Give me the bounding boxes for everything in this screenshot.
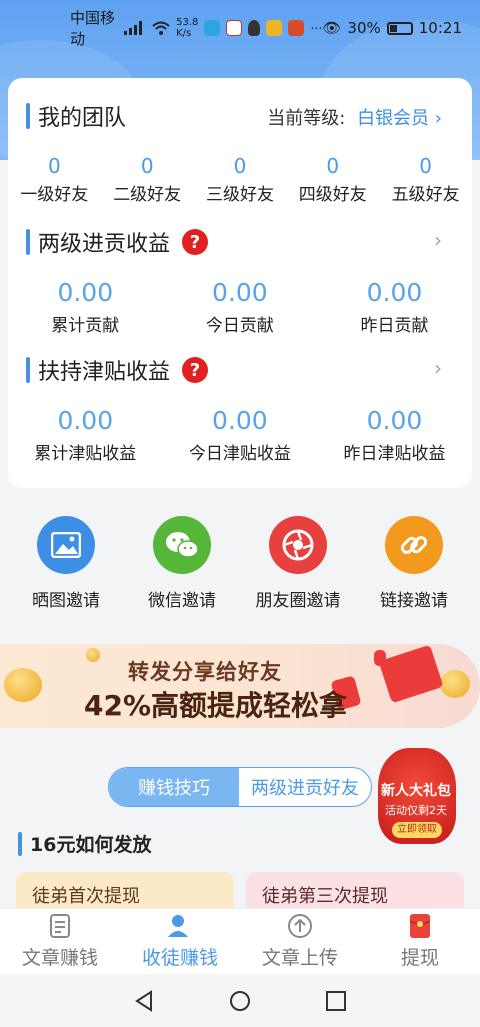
third-withdraw-card: 徒弟第三次提现 <box>246 872 464 912</box>
wifi-icon <box>152 21 170 35</box>
first-withdraw-card: 徒弟首次提现 <box>16 872 234 912</box>
banner-line-1: 转发分享给好友 <box>128 660 282 684</box>
claim-button[interactable]: 立即领取 <box>392 822 442 838</box>
friend-level-4[interactable]: 0 四级好友 <box>286 154 379 205</box>
qq-notification-icon <box>226 20 243 36</box>
system-navigation-bar <box>0 974 480 1027</box>
app-icon <box>288 20 305 36</box>
invite-by-link[interactable]: 链接邀请 <box>356 516 472 611</box>
tab-two-level-friends[interactable]: 两级进贡好友 <box>239 768 371 806</box>
add-user-icon <box>168 915 191 937</box>
tab-earning-tips[interactable]: 赚钱技巧 <box>109 768 239 806</box>
red-envelope-icon <box>374 650 386 666</box>
status-bar: 中国移动 53.8 K/s ⋯ 👁 30% 10:21 <box>0 0 480 56</box>
invite-by-image[interactable]: 晒图邀请 <box>8 516 124 611</box>
section-title: 16元如何发放 <box>18 830 151 857</box>
chevron-right-icon: › <box>434 108 442 129</box>
stat-yesterday-allowance: 0.00 昨日津贴收益 <box>343 406 446 464</box>
help-icon[interactable]: ? <box>182 357 209 383</box>
contrib-title: 两级进贡收益 ? <box>26 226 209 258</box>
member-level-value[interactable]: 白银会员 <box>357 108 429 129</box>
stat-yesterday-contrib: 0.00 昨日贡献 <box>360 278 429 336</box>
stat-total-allowance: 0.00 累计津贴收益 <box>34 406 137 464</box>
nav-withdraw[interactable]: 提现 <box>360 909 480 974</box>
back-icon[interactable] <box>133 989 155 1012</box>
stat-total-contrib: 0.00 累计贡献 <box>51 278 120 336</box>
bell-icon <box>248 20 261 36</box>
battery-icon <box>386 21 413 35</box>
team-card: 我的团队 当前等级: 白银会员 › 0 一级好友 0 二级好友 0 三级好友 0… <box>8 78 472 488</box>
friend-level-5[interactable]: 0 五级好友 <box>379 154 472 205</box>
coin-icon <box>4 668 42 702</box>
article-icon <box>50 914 70 938</box>
team-title: 我的团队 <box>26 100 126 132</box>
image-icon <box>37 516 95 574</box>
clock: 10:21 <box>418 19 462 37</box>
title-accent-bar <box>26 229 30 255</box>
coin-icon <box>86 648 100 662</box>
member-level[interactable]: 当前等级: 白银会员 › <box>267 104 442 130</box>
bottom-navigation: 文章赚钱 收徒赚钱 文章上传 提现 <box>0 908 480 974</box>
friend-levels: 0 一级好友 0 二级好友 0 三级好友 0 四级好友 0 五级好友 <box>8 154 472 205</box>
friend-level-2[interactable]: 0 二级好友 <box>101 154 194 205</box>
title-accent-bar <box>26 357 30 383</box>
nav-article-earn[interactable]: 文章赚钱 <box>0 909 120 974</box>
stat-today-contrib: 0.00 今日贡献 <box>205 278 274 336</box>
nav-recruit-earn[interactable]: 收徒赚钱 <box>120 909 240 974</box>
allowance-title: 扶持津贴收益 ? <box>26 354 209 386</box>
banner-line-2: 42%高额提成轻松拿 <box>84 689 348 722</box>
battery-percent: 30% <box>347 19 381 37</box>
invite-options: 晒图邀请 微信邀请 朋友圈邀请 链接邀请 <box>0 516 480 611</box>
coin-icon <box>440 670 470 698</box>
red-envelope-icon <box>409 914 431 938</box>
tab-switch: 赚钱技巧 两级进贡好友 <box>108 767 372 807</box>
mail-icon <box>266 20 283 36</box>
invite-by-wechat[interactable]: 微信邀请 <box>124 516 240 611</box>
carrier-name: 中国移动 <box>70 9 116 48</box>
title-accent-bar <box>26 103 30 129</box>
newcomer-gift-bag[interactable]: 新人大礼包 活动仅剩2天 立即领取 <box>370 740 462 848</box>
wechat-icon <box>153 516 211 574</box>
home-icon[interactable] <box>229 990 251 1012</box>
title-accent-bar <box>18 831 22 856</box>
contrib-stats: 0.00 累计贡献 0.00 今日贡献 0.00 昨日贡献 <box>8 278 472 336</box>
signal-icon <box>124 21 143 35</box>
nav-article-upload[interactable]: 文章上传 <box>240 909 360 974</box>
friend-level-3[interactable]: 0 三级好友 <box>194 154 287 205</box>
red-envelope-icon <box>378 644 444 704</box>
allowance-stats: 0.00 累计津贴收益 0.00 今日津贴收益 0.00 昨日津贴收益 <box>8 406 472 464</box>
chevron-right-icon[interactable]: › <box>434 356 442 380</box>
friend-level-1[interactable]: 0 一级好友 <box>8 154 101 205</box>
recents-icon[interactable] <box>325 990 347 1012</box>
more-icon: ⋯ <box>310 21 323 35</box>
net-speed: 53.8 K/s <box>176 17 199 39</box>
share-promo-banner[interactable]: 转发分享给好友 42%高额提成轻松拿 <box>0 644 480 728</box>
eye-icon: 👁 <box>322 19 342 37</box>
link-icon <box>385 516 443 574</box>
chevron-right-icon[interactable]: › <box>434 228 442 252</box>
help-icon[interactable]: ? <box>182 229 209 255</box>
app-notification-icon <box>204 20 221 36</box>
invite-by-moments[interactable]: 朋友圈邀请 <box>240 516 356 611</box>
moments-icon <box>269 516 327 574</box>
stat-today-allowance: 0.00 今日津贴收益 <box>188 406 291 464</box>
upload-icon <box>288 914 312 938</box>
